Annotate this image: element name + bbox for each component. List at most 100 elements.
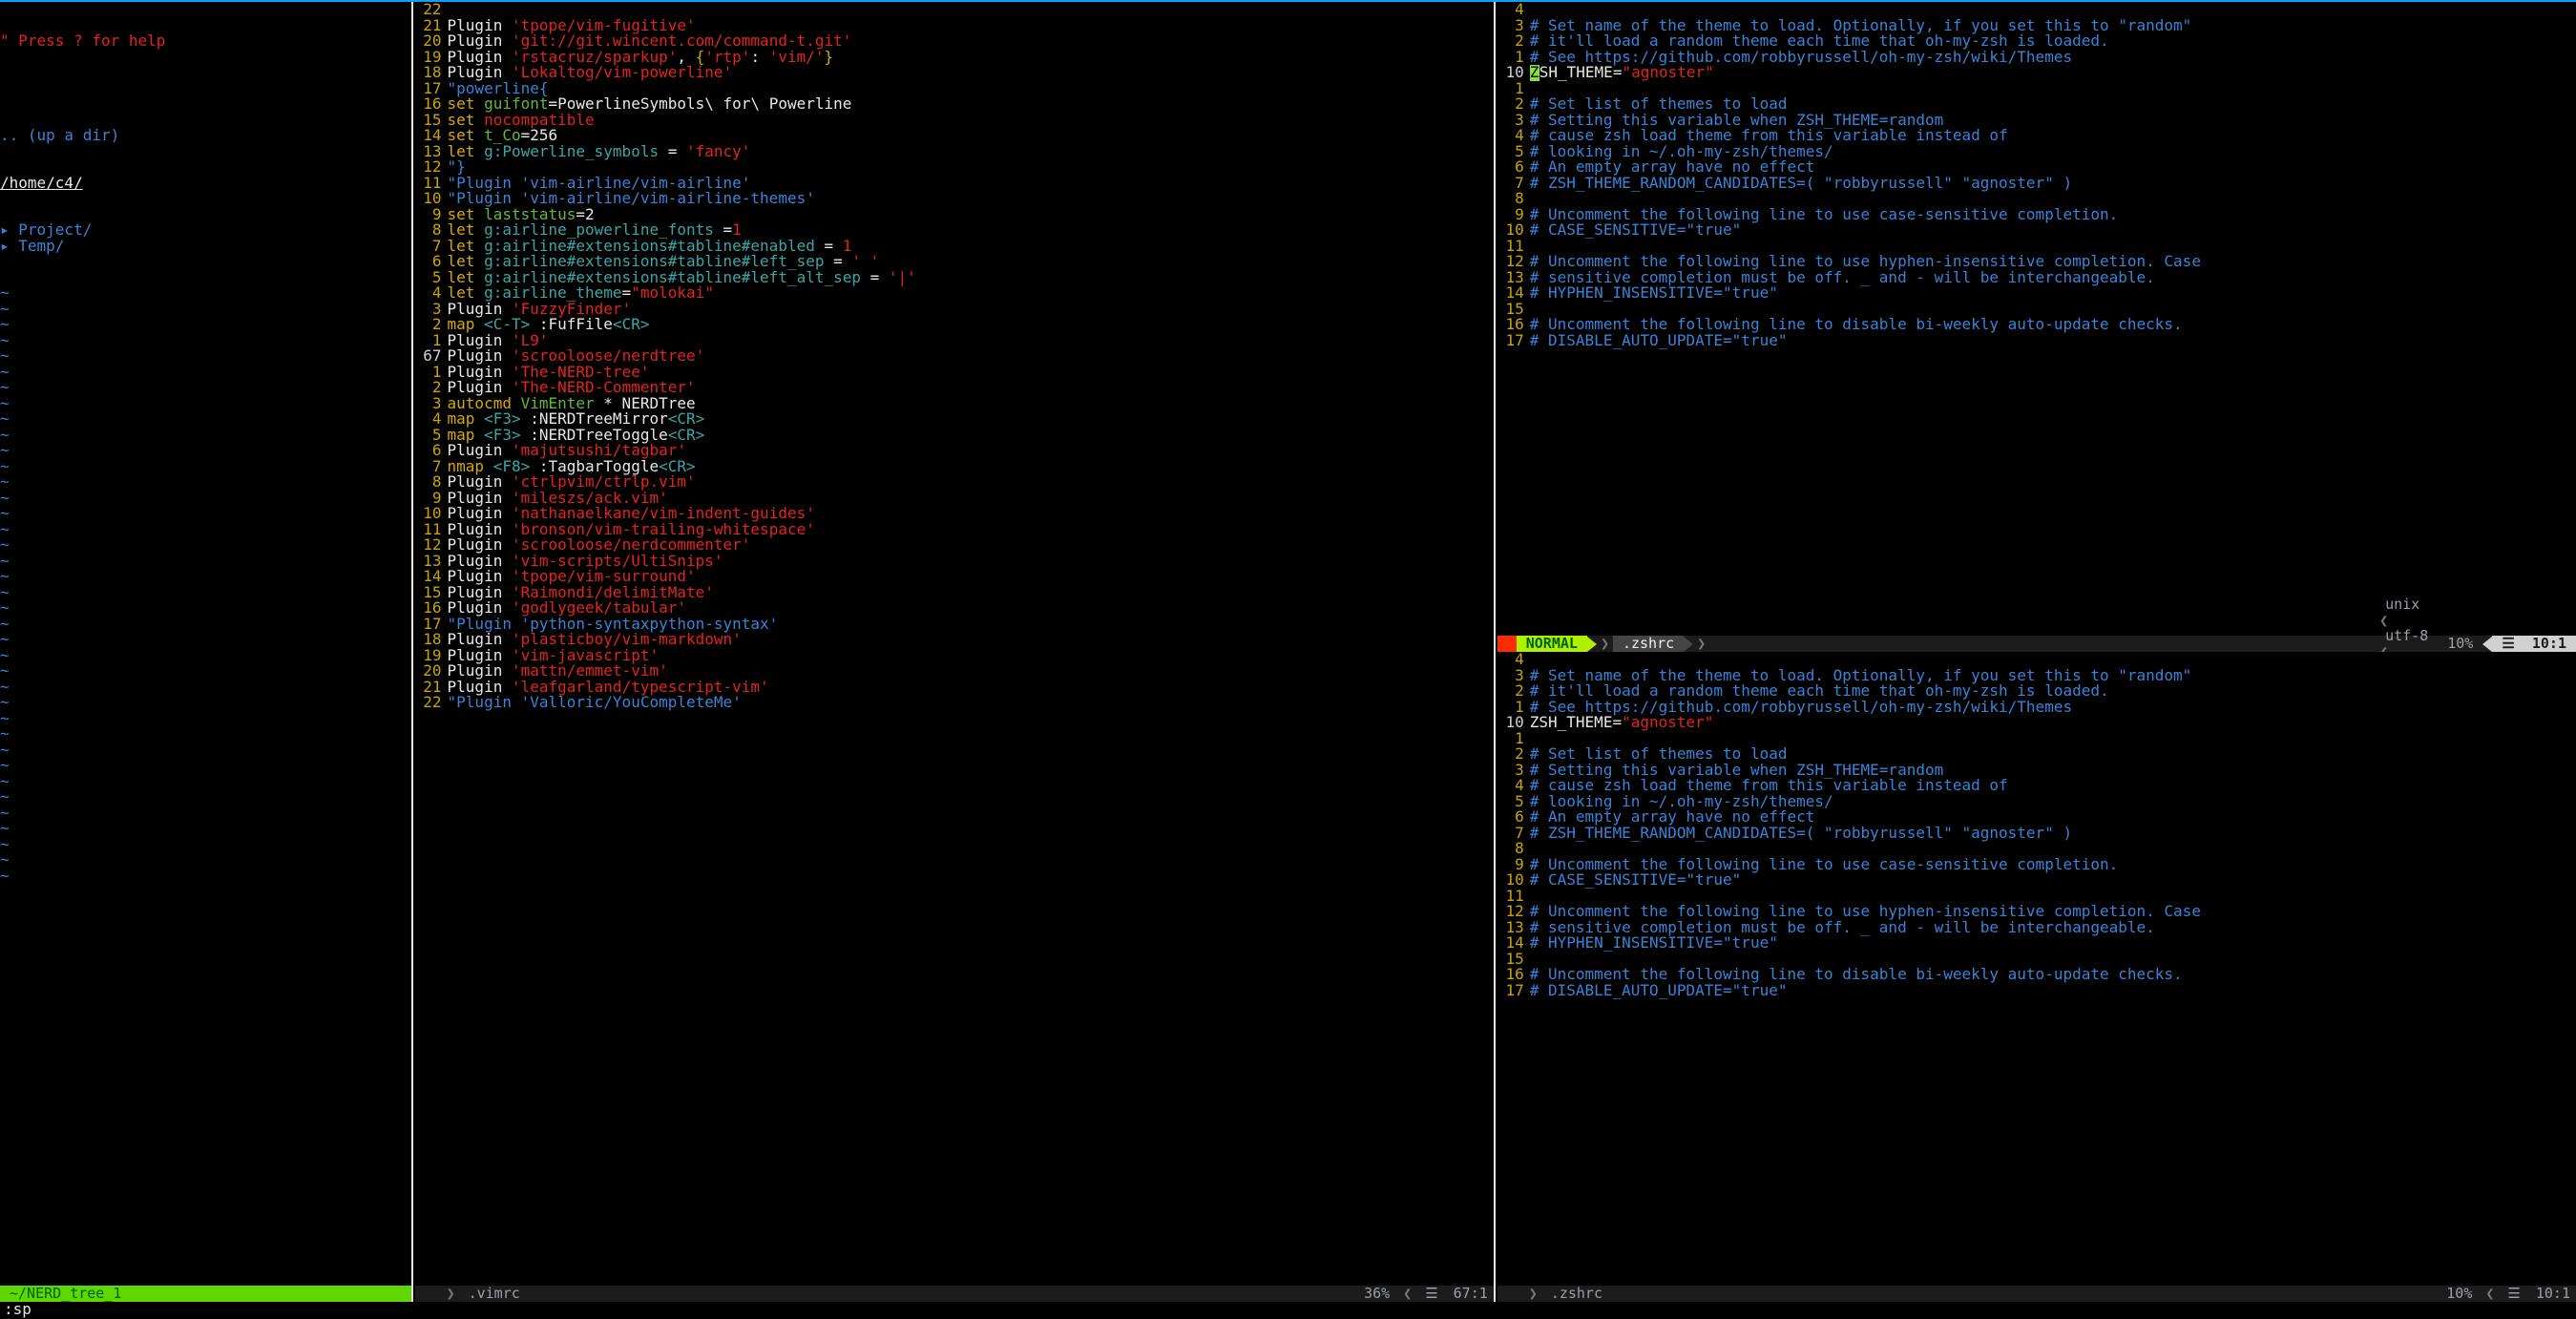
empty-line-marker: ~: [0, 711, 409, 727]
code-line[interactable]: 10ZSH_THEME="agnoster": [1497, 65, 2574, 81]
line-number: 5: [1497, 144, 1530, 160]
statusline-segment: unix: [2376, 597, 2438, 613]
terminal-screen: " Press ? for help .. (up a dir) /home/c…: [0, 0, 2576, 1319]
statusline-segment: utf-8: [2376, 628, 2438, 644]
code-line[interactable]: 14# HYPHEN_INSENSITIVE="true": [1497, 935, 2574, 952]
zshrc-bot-filename: .zshrc: [1541, 1286, 1612, 1302]
code-line[interactable]: 17# DISABLE_AUTO_UPDATE="true": [1497, 983, 2574, 999]
empty-line-marker: ~: [0, 663, 409, 680]
empty-line-marker: ~: [0, 648, 409, 664]
nerdtree-statusline: ~/NERD_tree_1: [0, 1286, 411, 1302]
powerline-arrow-icon: [1587, 637, 1597, 652]
nerdtree-buffer[interactable]: " Press ? for help .. (up a dir) /home/c…: [0, 2, 411, 1286]
code-line[interactable]: 7# ZSH_THEME_RANDOM_CANDIDATES=( "robbyr…: [1497, 176, 2574, 192]
zshrc-bottom-buffer[interactable]: 4 3# Set name of the theme to load. Opti…: [1497, 652, 2576, 1286]
code-line[interactable]: 10ZSH_THEME="agnoster": [1497, 715, 2574, 731]
line-number: 5: [1497, 794, 1530, 810]
chevron-right-icon: ❯: [1693, 636, 1709, 652]
line-number: 10: [1497, 715, 1530, 731]
nerdtree-pane[interactable]: " Press ? for help .. (up a dir) /home/c…: [0, 2, 411, 1302]
line-number: 67: [415, 348, 448, 365]
line-number: 3: [1497, 113, 1530, 129]
line-number: 5: [415, 428, 448, 444]
line-number: 3: [1497, 18, 1530, 34]
empty-line-marker: ~: [0, 443, 409, 459]
line-number: 3: [1497, 763, 1530, 779]
chevron-right-icon: ❯: [443, 1286, 459, 1302]
nerdtree-up-dir[interactable]: .. (up a dir): [0, 128, 409, 144]
empty-line-marker: ~: [0, 506, 409, 522]
mode-badge: [1497, 636, 1517, 652]
empty-line-marker: ~: [0, 302, 409, 318]
command-line[interactable]: :sp: [0, 1302, 2576, 1319]
line-number: 4: [1497, 128, 1530, 144]
empty-line-marker: ~: [0, 632, 409, 648]
vimrc-pane[interactable]: 22 21Plugin 'tpope/vim-fugitive'20Plugin…: [415, 2, 1494, 1302]
line-number: 4: [415, 411, 448, 428]
line-number: 5: [415, 270, 448, 286]
empty-line-marker: ~: [0, 365, 409, 381]
zshrc-column: 4 3# Set name of the theme to load. Opti…: [1497, 2, 2576, 1302]
line-number: 1: [1497, 81, 1530, 97]
chevron-left-icon: ❮: [1399, 1286, 1415, 1302]
empty-line-marker: ~: [0, 774, 409, 790]
line-number-icon: ☰: [1415, 1286, 1447, 1302]
zshrc-bottom-pane[interactable]: 4 3# Set name of the theme to load. Opti…: [1497, 652, 2576, 1302]
line-number: 9: [415, 207, 448, 223]
code-line[interactable]: 2map <C-T> :FufFile<CR>: [415, 317, 1492, 333]
line-number: 2: [1497, 746, 1530, 763]
line-number: 6: [1497, 159, 1530, 176]
empty-line-marker: ~: [0, 380, 409, 396]
zshrc-top-filename: .zshrc: [1613, 636, 1684, 652]
empty-line-marker: ~: [0, 806, 409, 822]
line-number: 1: [415, 365, 448, 381]
zshrc-top-buffer[interactable]: 4 3# Set name of the theme to load. Opti…: [1497, 2, 2576, 636]
empty-line-marker: ~: [0, 789, 409, 806]
empty-line-marker: ~: [0, 758, 409, 774]
chevron-left-icon: ❮: [2376, 643, 2392, 653]
line-number: 2: [1497, 683, 1530, 700]
zshrc-top-statusline: NORMAL ❯ .zshrc ❯ unix❮utf-8❮zsh❮ 10% ☰ …: [1497, 636, 2576, 652]
empty-line-marker: ~: [0, 537, 409, 554]
line-number: 7: [1497, 176, 1530, 192]
empty-line-marker: ~: [0, 600, 409, 617]
empty-line-marker: ~: [0, 317, 409, 333]
vimrc-buffer[interactable]: 22 21Plugin 'tpope/vim-fugitive'20Plugin…: [415, 2, 1494, 1286]
vimrc-percent: 36%: [1354, 1286, 1399, 1302]
line-number: 6: [1497, 809, 1530, 826]
line-number: 10: [1497, 65, 1530, 81]
empty-line-marker: ~: [0, 569, 409, 585]
line-number: 2: [1497, 33, 1530, 50]
code-line[interactable]: 15set nocompatible: [415, 113, 1492, 129]
line-number: 10: [415, 191, 448, 207]
line-number: 7: [415, 459, 448, 475]
zshrc-bot-percent: 10%: [2437, 1286, 2482, 1302]
code-line[interactable]: 22"Plugin 'Valloric/YouCompleteMe': [415, 695, 1492, 711]
empty-line-marker: ~: [0, 522, 409, 538]
code-line[interactable]: 17# DISABLE_AUTO_UPDATE="true": [1497, 333, 2574, 349]
code-line[interactable]: 7# ZSH_THEME_RANDOM_CANDIDATES=( "robbyr…: [1497, 826, 2574, 842]
line-number: 8: [1497, 841, 1530, 857]
line-number: 2: [415, 317, 448, 333]
code-line[interactable]: 18Plugin 'Lokaltog/vim-powerline': [415, 65, 1492, 81]
line-number: 8: [415, 474, 448, 491]
code-line[interactable]: 13let g:Powerline_symbols = 'fancy': [415, 144, 1492, 160]
nerdtree-root-path[interactable]: /home/c4/: [0, 176, 409, 192]
line-number: 4: [415, 285, 448, 302]
line-number: 3: [1497, 668, 1530, 684]
line-number: 22: [415, 695, 448, 711]
chevron-right-icon: ❯: [1597, 636, 1613, 652]
zshrc-top-pane[interactable]: 4 3# Set name of the theme to load. Opti…: [1497, 2, 2576, 652]
code-line[interactable]: 14# HYPHEN_INSENSITIVE="true": [1497, 285, 2574, 302]
empty-line-marker: ~: [0, 554, 409, 570]
empty-line-marker: ~: [0, 411, 409, 428]
nerdtree-dir[interactable]: ▸ Temp/: [0, 239, 409, 255]
line-number: 8: [1497, 191, 1530, 207]
empty-line-marker: ~: [0, 428, 409, 444]
empty-line-marker: ~: [0, 726, 409, 743]
code-line[interactable]: 10# CASE_SENSITIVE="true": [1497, 872, 2574, 889]
code-line[interactable]: 10# CASE_SENSITIVE="true": [1497, 222, 2574, 239]
empty-line-marker: ~: [0, 743, 409, 759]
line-number: 17: [1497, 333, 1530, 349]
line-number: 4: [1497, 778, 1530, 794]
